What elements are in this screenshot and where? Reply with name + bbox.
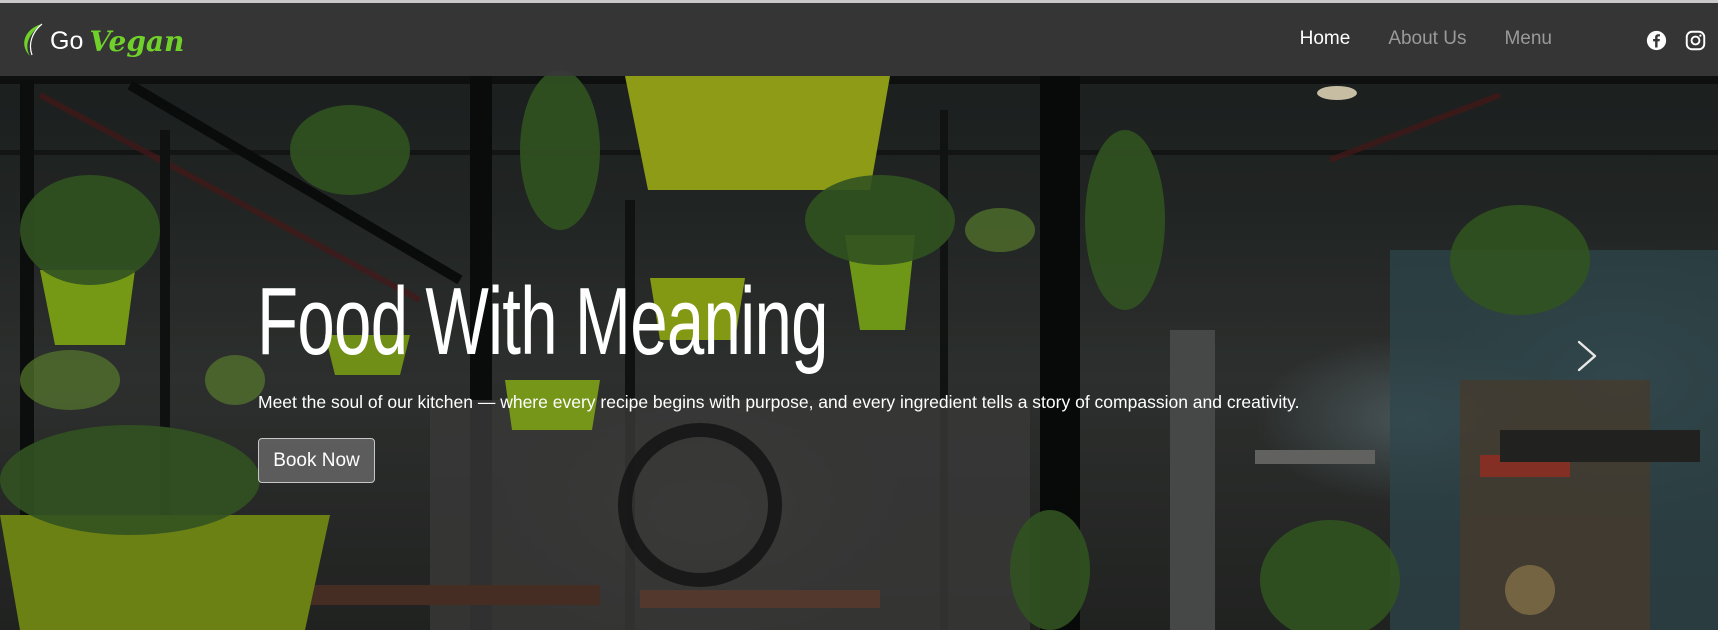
brand-vegan: Vegan (89, 24, 185, 58)
hero-title: Food With Meaning (257, 268, 828, 375)
book-now-button[interactable]: Book Now (258, 438, 375, 483)
brand-go: Go (50, 26, 84, 55)
navbar: Go Vegan Home About Us Menu (0, 3, 1718, 76)
nav-menu-link[interactable]: Menu (1504, 28, 1552, 50)
nav-about-us[interactable]: About Us (1388, 28, 1466, 50)
brand-logo[interactable]: Go Vegan (18, 21, 184, 61)
hero-subtitle: Meet the soul of our kitchen — where eve… (258, 392, 1300, 412)
nav-menu: Home About Us Menu (1262, 28, 1552, 50)
chevron-right-icon[interactable] (1575, 338, 1599, 374)
facebook-icon[interactable] (1645, 29, 1667, 51)
leaf-icon (24, 23, 43, 56)
instagram-icon[interactable] (1684, 29, 1706, 51)
nav-home[interactable]: Home (1300, 28, 1351, 50)
